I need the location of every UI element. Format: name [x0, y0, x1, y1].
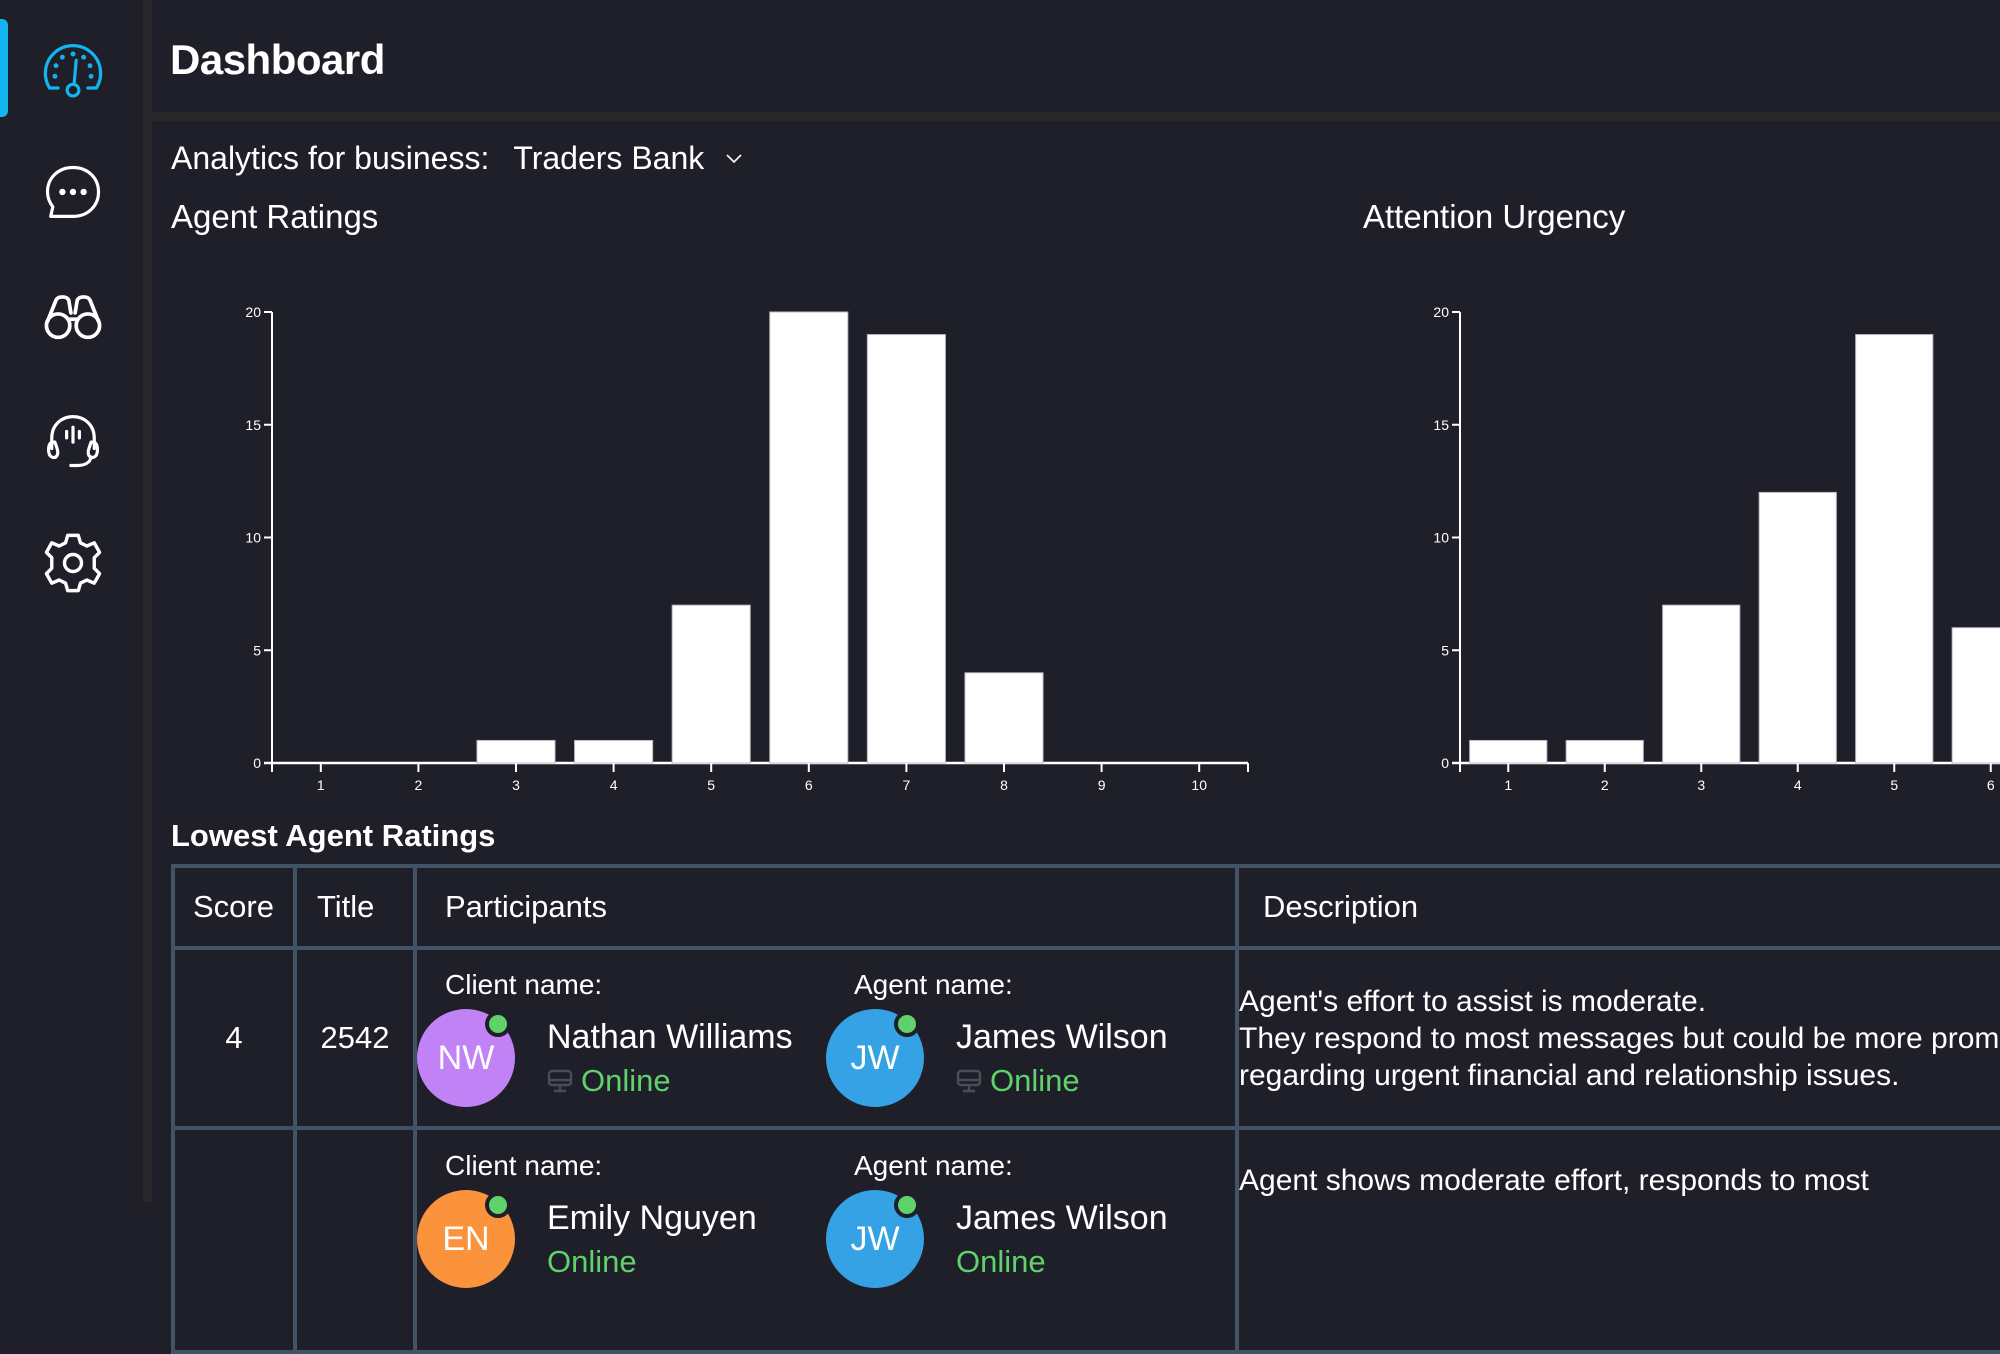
column-header-title[interactable]: Title	[293, 864, 417, 950]
agent-name: James Wilson	[956, 1198, 1168, 1237]
avatar-initials: NW	[437, 1038, 495, 1077]
status-text: Online	[581, 1062, 671, 1098]
agent-info: Agent name: JW James Wilson Online	[826, 969, 1235, 1107]
title-cell	[293, 1126, 417, 1354]
table-row[interactable]: 4 2542 Client name: NW Nathan Williams O…	[171, 946, 2000, 1130]
description-text: Agent's effort to assist is moderate. The…	[1239, 984, 2000, 1092]
avatar-initials: JW	[850, 1219, 900, 1258]
client-name: Emily Nguyen	[547, 1198, 757, 1237]
bar-5[interactable]	[1855, 334, 1934, 764]
x-tick-label: 1	[1504, 777, 1512, 793]
presence-dot	[894, 1011, 920, 1037]
agent-name: James Wilson	[956, 1017, 1168, 1056]
lowest-agent-ratings-title: Lowest Agent Ratings	[171, 818, 496, 853]
client-status: Online	[547, 1244, 757, 1280]
agent-status: Online	[956, 1244, 1168, 1280]
x-tick-label: 2	[1601, 777, 1609, 793]
status-text: Online	[990, 1062, 1080, 1098]
bar-2[interactable]	[1565, 739, 1644, 764]
bar-3[interactable]	[1662, 604, 1741, 764]
table-row[interactable]: Client name: EN Emily Nguyen Online Agen…	[171, 1126, 2000, 1354]
score-cell	[171, 1126, 297, 1354]
y-tick-label: 10	[1433, 530, 1449, 546]
presence-dot	[485, 1192, 511, 1218]
client-avatar[interactable]: NW	[417, 1009, 515, 1107]
lowest-agent-ratings-table: Score Title Participants Description 4 2…	[171, 864, 2000, 1354]
column-header-participants[interactable]: Participants	[413, 864, 1239, 950]
monitor-icon	[956, 1069, 982, 1092]
agent-status: Online	[956, 1063, 1168, 1099]
client-info: Client name: EN Emily Nguyen Online	[417, 1150, 826, 1288]
column-header-description[interactable]: Description	[1235, 864, 2000, 950]
presence-dot	[485, 1011, 511, 1037]
participants-cell: Client name: EN Emily Nguyen Online Agen…	[413, 1126, 1239, 1354]
client-label: Client name:	[445, 969, 603, 1000]
x-tick-label: 4	[1794, 777, 1802, 793]
agent-info: Agent name: JW James Wilson Online	[826, 1150, 1235, 1288]
description-text: Agent shows moderate effort, responds to…	[1239, 1164, 1869, 1197]
x-tick-label: 5	[1890, 777, 1898, 793]
agent-label: Agent name:	[854, 969, 1013, 1000]
description-cell: Agent shows moderate effort, responds to…	[1235, 1126, 2000, 1354]
y-tick-label: 15	[1433, 417, 1449, 433]
bar-6[interactable]	[1951, 627, 2000, 764]
status-text: Online	[956, 1243, 1046, 1279]
client-status: Online	[547, 1063, 793, 1099]
bar-1[interactable]	[1469, 739, 1548, 764]
participants-cell: Client name: NW Nathan Williams Online A…	[413, 946, 1239, 1130]
score-cell: 4	[171, 946, 297, 1130]
column-header-score[interactable]: Score	[171, 864, 297, 950]
avatar-initials: EN	[442, 1219, 490, 1258]
description-cell: Agent's effort to assist is moderate. The…	[1235, 946, 2000, 1130]
client-label: Client name:	[445, 1150, 603, 1181]
agent-label: Agent name:	[854, 1150, 1013, 1181]
bar-4[interactable]	[1758, 491, 1837, 764]
x-tick-label: 6	[1987, 777, 1995, 793]
y-tick-label: 5	[1441, 642, 1449, 658]
client-name: Nathan Williams	[547, 1017, 793, 1056]
monitor-icon	[547, 1069, 573, 1092]
client-avatar[interactable]: EN	[417, 1190, 515, 1288]
y-tick-label: 20	[1433, 304, 1449, 320]
title-cell: 2542	[293, 946, 417, 1130]
avatar-initials: JW	[850, 1038, 900, 1077]
agent-avatar[interactable]: JW	[826, 1190, 924, 1288]
table-header-row: Score Title Participants Description	[171, 864, 2000, 950]
presence-dot	[894, 1192, 920, 1218]
client-info: Client name: NW Nathan Williams Online	[417, 969, 826, 1107]
status-text: Online	[547, 1243, 637, 1279]
y-tick-label: 0	[1441, 755, 1449, 771]
agent-avatar[interactable]: JW	[826, 1009, 924, 1107]
x-tick-label: 3	[1697, 777, 1705, 793]
attention-urgency-chart: 0 5 10 15 20 1 2 3 4 5 6	[1433, 304, 2000, 793]
